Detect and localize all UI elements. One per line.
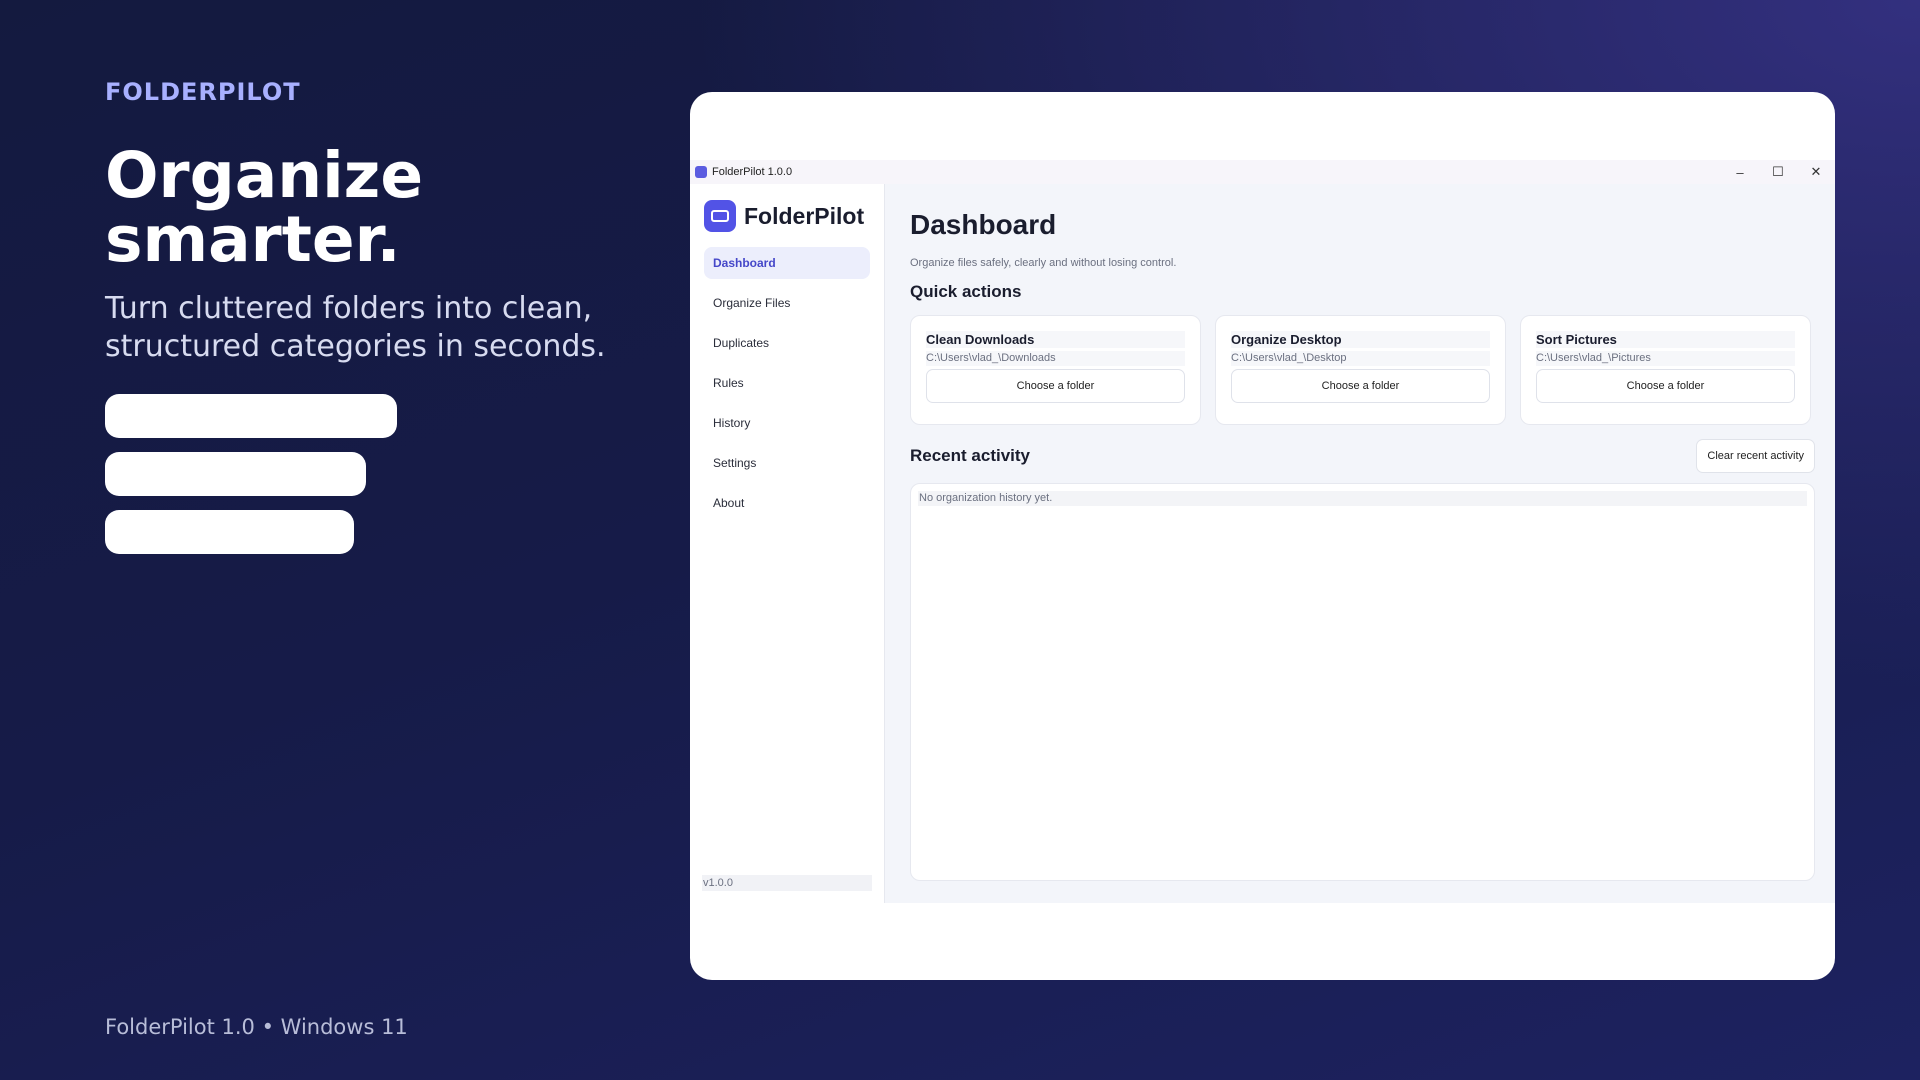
page-subtitle: Organize files safely, clearly and witho… — [910, 257, 1177, 269]
minimize-button[interactable]: – — [1721, 160, 1759, 184]
empty-state-text: No organization history yet. — [918, 491, 1807, 506]
maximize-icon: ☐ — [1772, 164, 1784, 179]
app-window: FolderPilot 1.0.0 – ☐ ✕ FolderPilot Dash… — [690, 160, 1835, 903]
placeholder-pills — [105, 394, 625, 554]
recent-activity-header: Recent activity Clear recent activity — [910, 439, 1815, 473]
quick-action-card: Organize Desktop C:\Users\vlad_\Desktop … — [1215, 315, 1506, 425]
sidebar-item-rules[interactable]: Rules — [704, 367, 870, 399]
card-path: C:\Users\vlad_\Pictures — [1536, 351, 1795, 366]
sidebar-item-settings[interactable]: Settings — [704, 447, 870, 479]
brand-label: FOLDERPILOT — [105, 78, 301, 106]
quick-actions-title: Quick actions — [910, 282, 1022, 301]
card-title: Sort Pictures — [1536, 331, 1795, 348]
recent-activity-title: Recent activity — [910, 446, 1030, 465]
folder-logo-icon — [704, 200, 736, 232]
app-icon — [695, 166, 707, 178]
window-controls: – ☐ ✕ — [1721, 160, 1835, 184]
sidebar: FolderPilot Dashboard Organize Files Dup… — [690, 184, 885, 903]
card-path: C:\Users\vlad_\Downloads — [926, 351, 1185, 366]
choose-folder-button[interactable]: Choose a folder — [926, 369, 1185, 403]
hero: FOLDERPILOT Organize smarter. Turn clutt… — [105, 78, 625, 568]
headline: Organize smarter. — [105, 139, 424, 276]
card-title: Clean Downloads — [926, 331, 1185, 348]
recent-activity-panel: No organization history yet. — [910, 483, 1815, 881]
page-title: Dashboard — [910, 209, 1057, 240]
maximize-button[interactable]: ☐ — [1759, 160, 1797, 184]
sidebar-item-about[interactable]: About — [704, 487, 870, 519]
sidebar-logo: FolderPilot — [690, 184, 884, 232]
app-body: FolderPilot Dashboard Organize Files Dup… — [690, 184, 1835, 903]
sidebar-item-organize-files[interactable]: Organize Files — [704, 287, 870, 319]
placeholder-pill — [105, 394, 397, 438]
close-button[interactable]: ✕ — [1797, 160, 1835, 184]
choose-folder-button[interactable]: Choose a folder — [1231, 369, 1490, 403]
footer-caption: FolderPilot 1.0 • Windows 11 — [105, 1015, 408, 1039]
minimize-icon: – — [1736, 164, 1744, 180]
choose-folder-button[interactable]: Choose a folder — [1536, 369, 1795, 403]
quick-action-card: Clean Downloads C:\Users\vlad_\Downloads… — [910, 315, 1201, 425]
app-name: FolderPilot — [744, 202, 865, 229]
placeholder-pill — [105, 510, 354, 554]
sidebar-nav: Dashboard Organize Files Duplicates Rule… — [690, 247, 884, 519]
close-icon: ✕ — [1810, 164, 1822, 179]
window-title: FolderPilot 1.0.0 — [712, 166, 793, 178]
version-label: v1.0.0 — [702, 875, 872, 891]
title-bar[interactable]: FolderPilot 1.0.0 – ☐ ✕ — [690, 160, 1835, 184]
quick-action-card: Sort Pictures C:\Users\vlad_\Pictures Ch… — [1520, 315, 1811, 425]
subline: Turn cluttered folders into clean, struc… — [105, 291, 606, 364]
card-title: Organize Desktop — [1231, 331, 1490, 348]
screenshot-frame: FolderPilot 1.0.0 – ☐ ✕ FolderPilot Dash… — [690, 92, 1835, 980]
card-path: C:\Users\vlad_\Desktop — [1231, 351, 1490, 366]
sidebar-item-history[interactable]: History — [704, 407, 870, 439]
placeholder-pill — [105, 452, 366, 496]
clear-recent-activity-button[interactable]: Clear recent activity — [1696, 439, 1815, 473]
quick-actions: Clean Downloads C:\Users\vlad_\Downloads… — [910, 315, 1815, 425]
main-content: Dashboard Organize files safely, clearly… — [885, 184, 1835, 903]
sidebar-item-dashboard[interactable]: Dashboard — [704, 247, 870, 279]
sidebar-item-duplicates[interactable]: Duplicates — [704, 327, 870, 359]
